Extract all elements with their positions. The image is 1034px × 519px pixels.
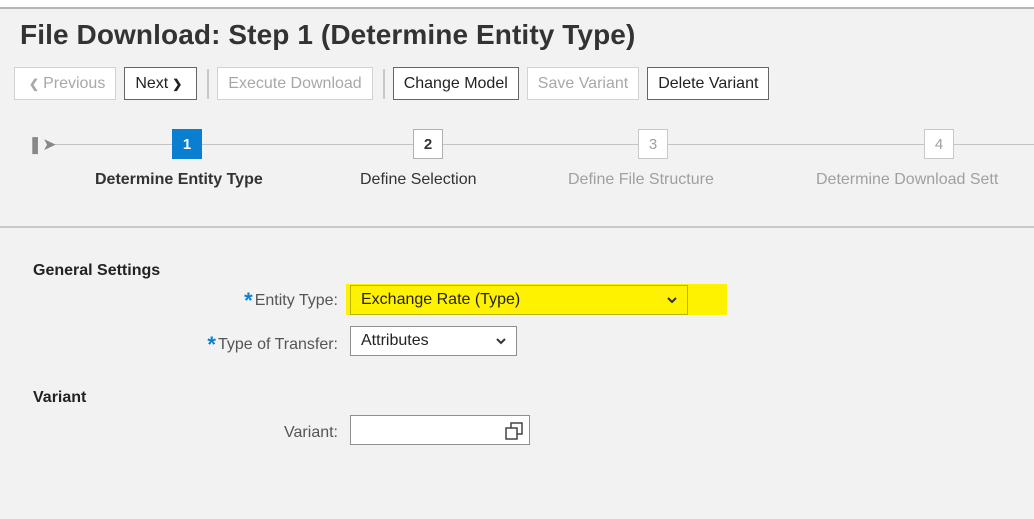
toolbar-separator	[382, 68, 385, 99]
roadmap-step-4-label: Determine Download Sett	[816, 171, 999, 188]
entity-type-value: Exchange Rate (Type)	[361, 291, 521, 308]
required-marker: *	[244, 288, 253, 313]
delete-variant-button[interactable]: Delete Variant	[647, 67, 770, 100]
previous-button[interactable]: ❮ Previous	[14, 67, 117, 100]
chevron-right-icon: ❯	[172, 76, 183, 91]
page-title: File Download: Step 1 (Determine Entity …	[20, 19, 636, 50]
value-help-icon[interactable]	[505, 422, 523, 440]
chevron-left-icon: ❮	[29, 76, 40, 91]
roadmap-start-icon: ❚➤	[28, 135, 57, 154]
roadmap: ❚➤ 1 Determine Entity Type 2 Define Sele…	[0, 112, 1034, 227]
variant-heading: Variant	[33, 389, 87, 406]
transfer-type-label: * Type of Transfer:	[207, 332, 338, 358]
entity-type-select[interactable]: Exchange Rate (Type)	[350, 285, 688, 315]
top-border	[0, 0, 1034, 9]
save-variant-button[interactable]: Save Variant	[526, 67, 640, 100]
variant-label: Variant:	[284, 424, 338, 441]
transfer-type-value: Attributes	[361, 332, 429, 349]
roadmap-step-2[interactable]: 2	[413, 129, 443, 159]
toolbar-separator	[207, 68, 210, 99]
previous-label: Previous	[43, 74, 106, 92]
roadmap-step-1[interactable]: 1	[172, 129, 202, 159]
chevron-down-icon	[667, 297, 677, 304]
next-button[interactable]: Next ❯	[124, 67, 198, 100]
change-model-button[interactable]: Change Model	[392, 67, 519, 100]
roadmap-step-1-label[interactable]: Determine Entity Type	[95, 171, 263, 189]
roadmap-step-2-label[interactable]: Define Selection	[360, 171, 477, 189]
entity-type-label: * Entity Type:	[244, 288, 338, 314]
roadmap-step-3: 3	[638, 129, 668, 159]
section-divider	[0, 226, 1034, 228]
entity-type-label-text: Entity Type:	[254, 292, 338, 309]
roadmap-step-4: 4	[924, 129, 954, 159]
transfer-type-label-text: Type of Transfer:	[217, 336, 338, 353]
general-settings-heading: General Settings	[33, 262, 161, 279]
transfer-type-select[interactable]: Attributes	[350, 326, 517, 356]
roadmap-step-3-label: Define File Structure	[568, 171, 714, 188]
toolbar: ❮ Previous Next ❯ Execute Download Chang…	[14, 67, 777, 100]
chevron-down-icon	[496, 338, 506, 345]
execute-download-button[interactable]: Execute Download	[217, 67, 373, 100]
next-label: Next	[135, 74, 169, 92]
variant-input[interactable]	[350, 415, 530, 445]
required-marker: *	[207, 332, 216, 357]
